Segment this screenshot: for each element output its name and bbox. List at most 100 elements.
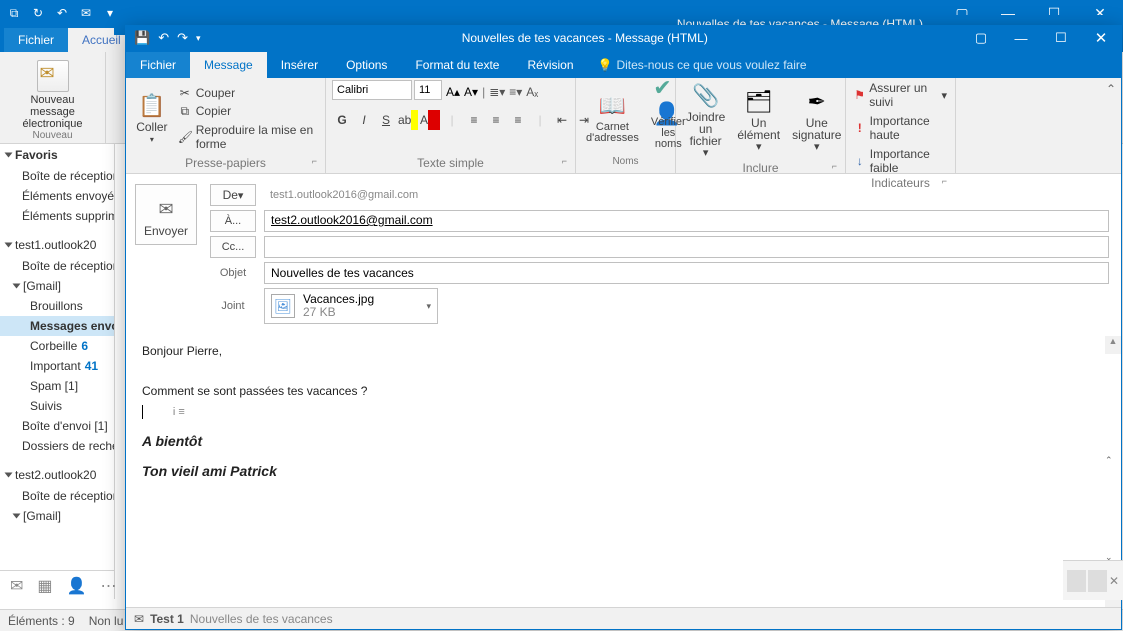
align-right-icon[interactable]: ≡ bbox=[508, 110, 528, 130]
close-icon[interactable]: ✕ bbox=[1081, 26, 1121, 50]
tab-message[interactable]: Message bbox=[190, 52, 267, 78]
redo-icon[interactable]: ↷ bbox=[177, 30, 188, 46]
undo-icon[interactable]: ↶ bbox=[158, 30, 169, 46]
compose-body[interactable]: ▲ Bonjour Pierre, Comment se sont passée… bbox=[126, 336, 1121, 607]
subject-label: Objet bbox=[210, 267, 256, 279]
format-painter-button[interactable]: 🖌Reproduire la mise en forme bbox=[176, 122, 319, 152]
scroll-up-icon[interactable]: ▲ bbox=[1109, 336, 1118, 346]
sidebar-item[interactable]: [Gmail] bbox=[0, 276, 114, 296]
save-icon[interactable]: 💾 bbox=[134, 30, 150, 46]
status-subject: Nouvelles de tes vacances bbox=[190, 612, 333, 626]
mail-icon: ✉ bbox=[134, 612, 144, 626]
status-account: Test 1 bbox=[150, 612, 184, 626]
tell-me[interactable]: 💡Dites-nous ce que vous voulez faire bbox=[588, 52, 817, 78]
mail-icon[interactable]: ✉ bbox=[10, 576, 23, 596]
cc-field[interactable] bbox=[264, 236, 1109, 258]
sidebar-item[interactable]: Brouillons bbox=[0, 296, 114, 316]
qat-more-icon[interactable]: ▾ bbox=[196, 33, 201, 44]
outdent-icon[interactable]: ⇤ bbox=[552, 110, 572, 130]
attach-file-button[interactable]: 📎Joindre un fichier ▾ bbox=[682, 80, 729, 161]
to-button[interactable]: À... bbox=[210, 210, 256, 232]
italic-icon[interactable]: I bbox=[354, 110, 374, 130]
sidebar-item[interactable]: Éléments envoyés bbox=[0, 186, 114, 206]
calendar-icon[interactable]: ▦ bbox=[37, 576, 52, 596]
underline-icon[interactable]: S bbox=[376, 110, 396, 130]
paste-button[interactable]: 📋 Coller ▾ bbox=[132, 90, 172, 147]
subject-field[interactable] bbox=[264, 262, 1109, 284]
font-name-input[interactable] bbox=[332, 80, 412, 100]
sidebar-item[interactable]: Dossiers de recherc bbox=[0, 436, 114, 456]
sidebar-item[interactable]: Boîte d'envoi [1] bbox=[0, 416, 114, 436]
follow-up-button[interactable]: ⚑Assurer un suivi ▾ bbox=[852, 80, 949, 110]
font-color-icon[interactable]: A bbox=[420, 110, 440, 130]
from-button[interactable]: De ▾ bbox=[210, 184, 256, 206]
clear-format-icon[interactable]: Aₓ bbox=[526, 85, 538, 99]
tab-review[interactable]: Révision bbox=[513, 52, 587, 78]
attachment-size: 27 KB bbox=[303, 306, 374, 319]
sidebar-item[interactable]: Éléments supprimé bbox=[0, 206, 114, 226]
expand-icon[interactable]: ⌃ bbox=[1105, 455, 1121, 466]
send-button[interactable]: ✉ Envoyer bbox=[135, 184, 197, 245]
compose-window: 💾 ↶ ↷ ▾ Nouvelles de tes vacances - Mess… bbox=[125, 25, 1122, 630]
align-center-icon[interactable]: ≡ bbox=[486, 110, 506, 130]
sidebar-item[interactable]: Suivis bbox=[0, 396, 114, 416]
body-line: Comment se sont passées tes vacances ? bbox=[142, 384, 1105, 398]
numbering-icon[interactable]: ≡▾ bbox=[509, 85, 522, 99]
qat-icon[interactable]: ✉ bbox=[78, 5, 94, 21]
cut-button[interactable]: ✂Couper bbox=[176, 85, 319, 101]
people-pane: ✕ bbox=[1063, 560, 1123, 600]
from-value: test1.outlook2016@gmail.com bbox=[264, 187, 1109, 203]
people-icon[interactable]: 👤 bbox=[67, 576, 87, 596]
copy-button[interactable]: ⧉Copier bbox=[176, 103, 319, 120]
qat-send-receive-icon[interactable]: ↻ bbox=[30, 5, 46, 21]
attachment-item[interactable]: 🖼 Vacances.jpg 27 KB ▾ bbox=[264, 288, 438, 324]
sidebar-item[interactable]: Spam [1] bbox=[0, 376, 114, 396]
font-size-input[interactable] bbox=[414, 80, 442, 100]
body-sig: Ton vieil ami Patrick bbox=[142, 463, 1105, 479]
compose-titlebar: 💾 ↶ ↷ ▾ Nouvelles de tes vacances - Mess… bbox=[126, 26, 1121, 50]
maximize-icon[interactable]: ☐ bbox=[1041, 26, 1081, 50]
collapse-ribbon-icon[interactable]: ⌃ bbox=[1101, 78, 1121, 173]
account-header[interactable]: test1.outlook20 bbox=[0, 234, 114, 256]
align-left-icon[interactable]: ≡ bbox=[464, 110, 484, 130]
new-email-button[interactable]: ✉ Nouveau message électronique bbox=[8, 60, 97, 130]
account-header[interactable]: test2.outlook20 bbox=[0, 464, 114, 486]
bold-icon[interactable]: G bbox=[332, 110, 352, 130]
highlight-icon[interactable]: ab bbox=[398, 110, 418, 130]
minimize-icon[interactable]: — bbox=[1001, 26, 1041, 50]
more-icon[interactable]: ⋯ bbox=[100, 576, 116, 596]
ribbon-display-icon[interactable]: ▢ bbox=[961, 26, 1001, 50]
sidebar-item[interactable]: Corbeille6 bbox=[0, 336, 114, 356]
sidebar-item[interactable]: Boîte de réception bbox=[0, 256, 114, 276]
grow-font-icon[interactable]: A▴ bbox=[446, 85, 460, 99]
high-importance-button[interactable]: !Importance haute bbox=[852, 113, 949, 143]
tab-options[interactable]: Options bbox=[332, 52, 401, 78]
shrink-font-icon[interactable]: A▾ bbox=[464, 85, 478, 99]
folder-pane: Favoris Boîte de réception Éléments envo… bbox=[0, 144, 115, 599]
signature-button[interactable]: ✒Une signature ▾ bbox=[788, 86, 845, 155]
favorites-header[interactable]: Favoris bbox=[0, 144, 114, 166]
cursor-icon: Ꭵ ≡ bbox=[173, 406, 185, 418]
tab-file[interactable]: Fichier bbox=[4, 28, 68, 52]
cc-button[interactable]: Cc... bbox=[210, 236, 256, 258]
qat-icon[interactable]: ⧉ bbox=[6, 5, 22, 21]
attachment-menu-icon[interactable]: ▾ bbox=[426, 301, 431, 312]
sidebar-item[interactable]: Boîte de réception bbox=[0, 486, 114, 506]
address-book-button[interactable]: 📖Carnet d'adresses bbox=[582, 90, 643, 146]
expand-icon[interactable]: ⌄ bbox=[1105, 552, 1121, 563]
sidebar-item[interactable]: Boîte de réception bbox=[0, 166, 114, 186]
to-field[interactable]: test2.outlook2016@gmail.com bbox=[264, 210, 1109, 232]
avatar bbox=[1067, 570, 1086, 592]
qat-undo-icon[interactable]: ↶ bbox=[54, 5, 70, 21]
attach-item-button[interactable]: 🗂Un élément ▾ bbox=[733, 86, 784, 155]
close-icon[interactable]: ✕ bbox=[1109, 574, 1119, 588]
sidebar-item[interactable]: Important41 bbox=[0, 356, 114, 376]
bullets-icon[interactable]: ≣▾ bbox=[489, 85, 505, 99]
compose-status-bar: ✉ Test 1 Nouvelles de tes vacances bbox=[126, 607, 1121, 629]
sidebar-item-sent[interactable]: Messages envoy bbox=[0, 316, 114, 336]
tab-format[interactable]: Format du texte bbox=[401, 52, 513, 78]
tab-file[interactable]: Fichier bbox=[126, 52, 190, 78]
sidebar-item[interactable]: [Gmail] bbox=[0, 506, 114, 526]
low-importance-button[interactable]: ↓Importance faible bbox=[852, 146, 949, 176]
tab-insert[interactable]: Insérer bbox=[267, 52, 332, 78]
